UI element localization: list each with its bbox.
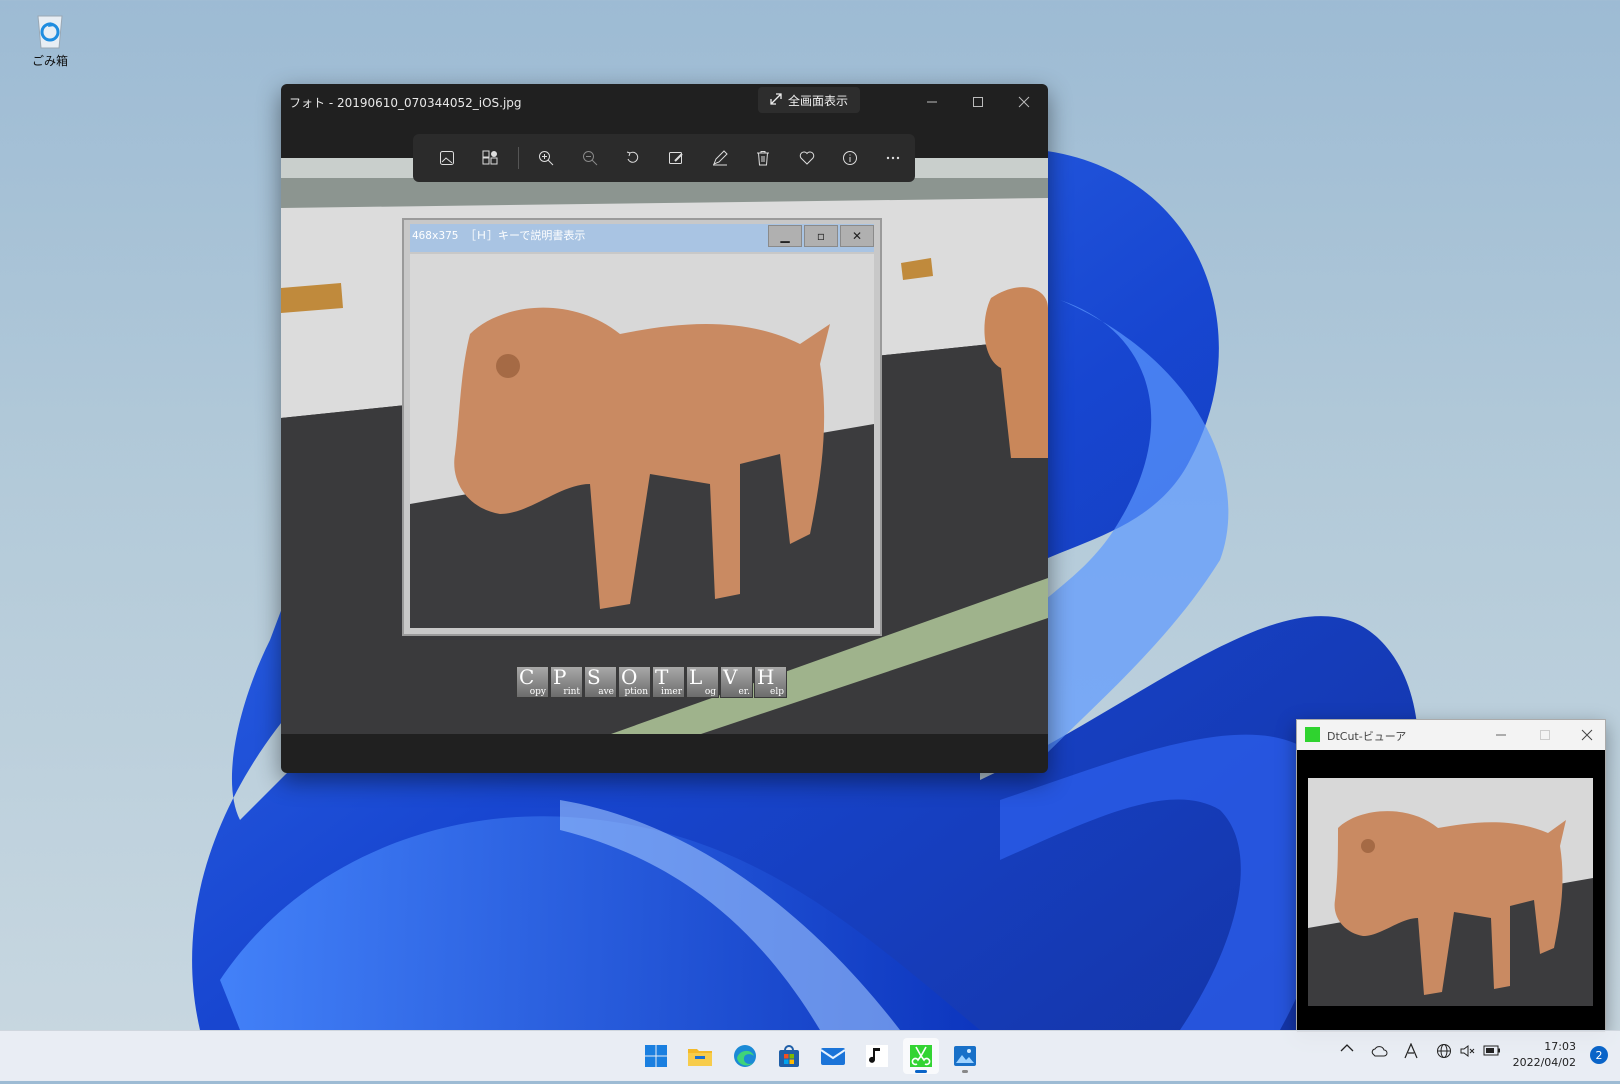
captured-horse-image bbox=[410, 254, 874, 628]
draw-icon[interactable] bbox=[698, 140, 741, 176]
taskbar: 17:03 2022/04/02 2 bbox=[0, 1030, 1620, 1081]
help-button[interactable]: Help bbox=[754, 665, 787, 698]
fullscreen-label: 全画面表示 bbox=[787, 93, 848, 108]
recycle-bin-label: ごみ箱 bbox=[31, 54, 68, 68]
edit-image-icon[interactable] bbox=[655, 140, 698, 176]
dtcut-capture-info: 468x375 ［Ｈ］キーで説明書表示 bbox=[412, 229, 586, 242]
zoom-out-icon[interactable] bbox=[568, 140, 611, 176]
collection-icon[interactable] bbox=[468, 140, 511, 176]
battery-icon[interactable] bbox=[1483, 1043, 1501, 1057]
photos-toolbar bbox=[413, 134, 915, 182]
option-button[interactable]: Option bbox=[618, 665, 651, 698]
store-icon[interactable] bbox=[771, 1038, 807, 1074]
running-indicator bbox=[962, 1070, 968, 1073]
onedrive-sync-icon[interactable] bbox=[1370, 1043, 1388, 1059]
dtcut-icon[interactable] bbox=[903, 1038, 939, 1074]
dtcut-command-bar: Copy Print Save Option Timer Log Ver. He… bbox=[516, 665, 787, 698]
copy-button[interactable]: Copy bbox=[516, 665, 549, 698]
file-explorer-icon[interactable] bbox=[682, 1038, 718, 1074]
timer-button[interactable]: Timer bbox=[652, 665, 685, 698]
clock[interactable]: 17:03 2022/04/02 bbox=[1513, 1039, 1576, 1071]
viewer-titlebar[interactable]: DtCut-ビューア bbox=[1297, 720, 1605, 750]
print-button[interactable]: Print bbox=[550, 665, 583, 698]
viewer-horse-image bbox=[1308, 778, 1593, 1006]
maximize-icon bbox=[1540, 730, 1550, 740]
recycle-bin[interactable]: ごみ箱 bbox=[22, 8, 78, 69]
dtcut-app-icon bbox=[1305, 727, 1320, 742]
photos-icon[interactable] bbox=[947, 1038, 983, 1074]
clock-time: 17:03 bbox=[1544, 1040, 1576, 1053]
maximize-button[interactable] bbox=[968, 92, 988, 112]
close-button[interactable] bbox=[1014, 92, 1034, 112]
minimize-icon bbox=[1496, 734, 1506, 736]
viewer-minimize-button[interactable] bbox=[1491, 725, 1511, 745]
more-icon[interactable] bbox=[872, 140, 915, 176]
minimize-icon bbox=[927, 101, 937, 103]
show-hidden-icons-button[interactable] bbox=[1340, 1043, 1354, 1053]
clock-date: 2022/04/02 bbox=[1512, 1056, 1576, 1069]
capture-minimize-button[interactable]: ▁ bbox=[768, 225, 802, 247]
info-icon[interactable] bbox=[828, 140, 871, 176]
viewer-title: DtCut-ビューア bbox=[1327, 730, 1407, 743]
capture-close-button[interactable]: ✕ bbox=[840, 225, 874, 247]
start-icon[interactable] bbox=[638, 1038, 674, 1074]
save-button[interactable]: Save bbox=[584, 665, 617, 698]
toolbar-divider bbox=[517, 147, 519, 169]
rotate-icon[interactable] bbox=[611, 140, 654, 176]
picture-icon[interactable] bbox=[425, 140, 468, 176]
log-button[interactable]: Log bbox=[686, 665, 719, 698]
viewer-maximize-button[interactable] bbox=[1535, 725, 1555, 745]
photos-titlebar[interactable]: フォト - 20190610_070344052_iOS.jpg 全画面表示 bbox=[281, 84, 1048, 120]
favorite-icon[interactable] bbox=[785, 140, 828, 176]
notification-badge[interactable]: 2 bbox=[1590, 1046, 1608, 1064]
viewer-close-button[interactable] bbox=[1577, 725, 1597, 745]
window-title: フォト - 20190610_070344052_iOS.jpg bbox=[289, 96, 522, 110]
volume-muted-icon[interactable] bbox=[1460, 1043, 1476, 1059]
ime-mode-icon[interactable] bbox=[1403, 1043, 1419, 1059]
dtcut-viewer-window[interactable]: DtCut-ビューア bbox=[1296, 719, 1606, 1033]
edge-icon[interactable] bbox=[727, 1038, 763, 1074]
delete-icon[interactable] bbox=[742, 140, 785, 176]
zoom-in-icon[interactable] bbox=[525, 140, 568, 176]
close-icon bbox=[1581, 729, 1593, 741]
active-indicator bbox=[915, 1070, 927, 1073]
capture-maximize-button[interactable]: ▫ bbox=[804, 225, 838, 247]
chevron-up-icon bbox=[1340, 1044, 1354, 1052]
minimize-button[interactable] bbox=[922, 92, 942, 112]
music-icon[interactable] bbox=[859, 1038, 895, 1074]
close-icon bbox=[1018, 96, 1030, 108]
dtcut-capture-frame[interactable]: 468x375 ［Ｈ］キーで説明書表示 ▁ ▫ ✕ bbox=[402, 218, 882, 636]
recycle-bin-icon bbox=[30, 8, 70, 50]
dtcut-capture-bar[interactable]: 468x375 ［Ｈ］キーで説明書表示 ▁ ▫ ✕ bbox=[410, 224, 874, 252]
photos-window[interactable]: フォト - 20190610_070344052_iOS.jpg 全画面表示 4… bbox=[281, 84, 1048, 773]
fullscreen-button[interactable]: 全画面表示 bbox=[758, 87, 860, 113]
version-button[interactable]: Ver. bbox=[720, 665, 753, 698]
expand-icon bbox=[770, 92, 782, 108]
mail-icon[interactable] bbox=[815, 1038, 851, 1074]
maximize-icon bbox=[973, 97, 983, 107]
network-icon[interactable] bbox=[1436, 1043, 1452, 1059]
